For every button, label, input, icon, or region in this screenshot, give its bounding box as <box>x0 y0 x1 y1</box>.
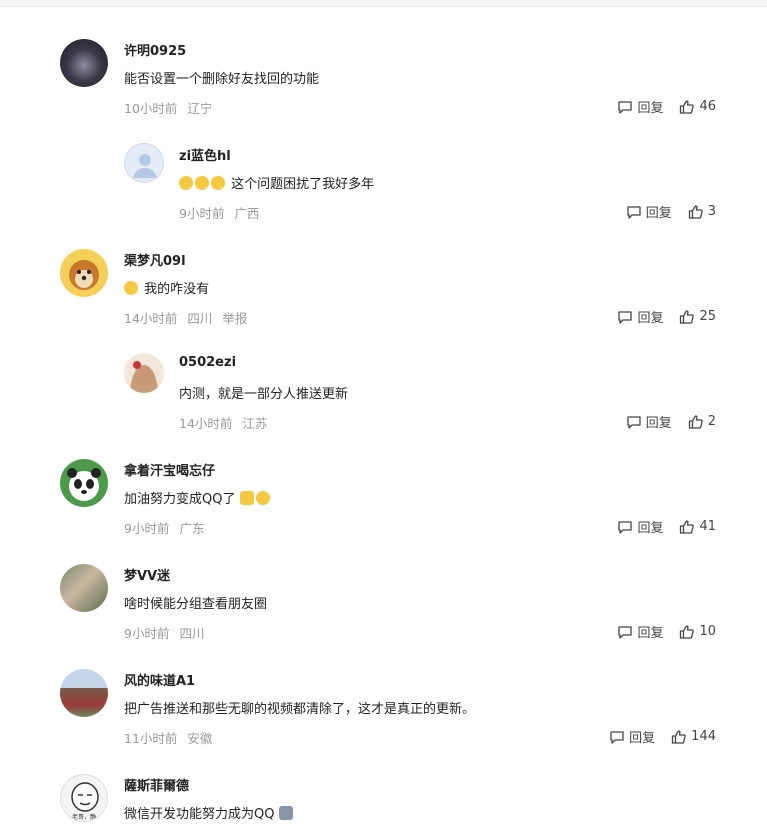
reply-button[interactable]: 回复 <box>609 727 655 746</box>
comment-text: 加油努力变成QQ了 <box>124 488 272 507</box>
username[interactable]: 许明0925 <box>124 40 186 59</box>
username[interactable]: 薩斯菲爾德 <box>124 775 189 794</box>
report-link[interactable]: 举报 <box>222 311 247 326</box>
reply-button[interactable]: 回复 <box>626 412 672 431</box>
comment-text: 能否设置一个删除好友找回的功能 <box>124 72 320 87</box>
cat-emoji-icon <box>239 491 254 505</box>
thumbs-up-icon <box>680 624 695 639</box>
comment-meta: 9小时前 广西 <box>179 206 260 221</box>
crying-emoji-icon <box>179 176 193 190</box>
crying-emoji-icon <box>124 281 138 295</box>
username[interactable]: 0502ezi <box>179 355 236 370</box>
like-button[interactable]: 144 <box>671 729 716 745</box>
thumbs-up-icon <box>680 309 695 324</box>
comment-actions: 回复 3 <box>610 202 716 221</box>
comment-actions: 回复 10 <box>601 622 716 641</box>
surprised-emoji-icon <box>255 491 270 505</box>
reply-button[interactable]: 回复 <box>617 97 663 116</box>
comment-text: 我的咋没有 <box>124 278 209 297</box>
comment-actions: 回复 46 <box>601 97 716 116</box>
comment-meta: 10小时前 辽宁 <box>124 101 213 116</box>
comment-text: 内测，就是一部分人推送更新 <box>179 387 349 402</box>
reply-icon <box>618 310 633 324</box>
username[interactable]: zi蓝色hl <box>179 145 231 164</box>
avatar[interactable] <box>124 143 164 183</box>
comment-text: 微信开发功能努力成为QQ <box>124 803 295 822</box>
comment-text: 这个问题困扰了我好多年 <box>179 173 374 192</box>
crying-emoji-icon <box>211 176 225 190</box>
thumbs-up-icon <box>688 204 703 219</box>
comment-actions: 回复 41 <box>601 517 716 536</box>
avatar[interactable]: 老哥，静 <box>60 774 108 822</box>
crying-emoji-icon <box>195 176 209 190</box>
avatar[interactable] <box>60 249 108 297</box>
username[interactable]: 梦VV迷 <box>124 565 170 584</box>
comment-actions: 回复 2 <box>610 412 716 431</box>
username[interactable]: 渠梦凡09l <box>124 250 186 269</box>
like-button[interactable]: 25 <box>679 309 716 325</box>
username[interactable]: 拿着汗宝喝忘仔 <box>124 460 215 479</box>
comment-actions: 回复 25 <box>601 307 716 326</box>
comment-meta: 14小时前 江苏 <box>179 416 268 431</box>
top-divider <box>0 0 767 7</box>
reply-button[interactable]: 回复 <box>617 622 663 641</box>
avatar[interactable] <box>60 459 108 507</box>
default-user-icon <box>133 154 157 178</box>
avatar[interactable] <box>60 564 108 612</box>
reply-icon <box>610 730 624 744</box>
comment-meta: 14小时前 四川 举报 <box>124 311 248 326</box>
reply-button[interactable]: 回复 <box>626 202 672 221</box>
reply-icon <box>618 520 633 534</box>
reply-icon <box>627 205 641 219</box>
reply-icon <box>618 100 633 114</box>
comment-actions: 回复 144 <box>593 727 716 746</box>
comment-meta: 9小时前 广东 <box>124 521 205 536</box>
reply-icon <box>618 625 633 639</box>
comment-meta: 9小时前 四川 <box>124 626 205 641</box>
like-button[interactable]: 46 <box>679 99 716 115</box>
thumbs-up-icon <box>672 729 686 744</box>
comment-meta: 11小时前 安徽 <box>124 731 213 746</box>
thumbs-up-icon <box>680 519 695 534</box>
like-button[interactable]: 41 <box>679 519 716 535</box>
like-button[interactable]: 2 <box>688 414 716 430</box>
reply-button[interactable]: 回复 <box>617 307 663 326</box>
avatar[interactable] <box>60 669 108 717</box>
avatar[interactable] <box>60 39 108 87</box>
reply-icon <box>627 415 641 429</box>
like-button[interactable]: 3 <box>688 204 716 220</box>
username[interactable]: 风的味道A1 <box>124 670 195 689</box>
avatar-caption: 老哥，静 <box>71 814 96 821</box>
comment-text: 把广告推送和那些无聊的视频都清除了，这才是真正的更新。 <box>124 702 476 717</box>
comment-text: 啥时候能分组查看朋友圈 <box>124 597 268 612</box>
like-button[interactable]: 10 <box>679 624 716 640</box>
thumbs-up-icon <box>680 99 695 114</box>
thumbs-up-icon <box>688 414 703 429</box>
avatar[interactable] <box>124 353 164 393</box>
cat-emoji-icon <box>278 806 293 820</box>
reply-button[interactable]: 回复 <box>617 517 663 536</box>
